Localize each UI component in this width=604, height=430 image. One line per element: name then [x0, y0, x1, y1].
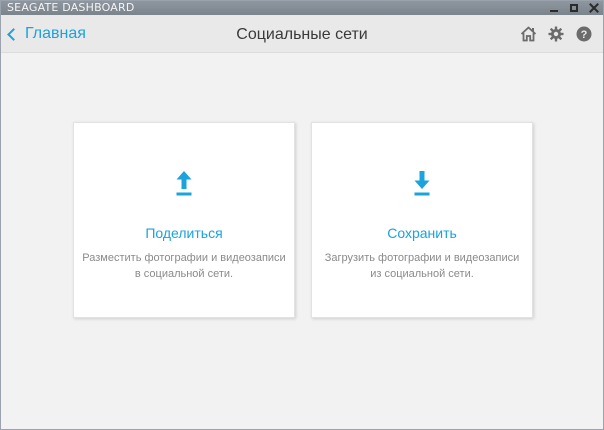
back-button[interactable]: Главная [7, 15, 86, 53]
help-button[interactable]: ? [575, 25, 593, 43]
minimize-button[interactable] [549, 3, 559, 13]
close-icon [589, 3, 599, 13]
share-card-icon [74, 171, 294, 199]
share-card[interactable]: Поделиться Разместить фотографии и видео… [73, 122, 295, 318]
settings-button[interactable] [547, 25, 565, 43]
save-card-icon [312, 171, 532, 199]
save-card[interactable]: Сохранить Загрузить фотографии и видеоза… [311, 122, 533, 318]
share-card-title: Поделиться [145, 225, 223, 241]
download-icon [414, 171, 430, 196]
gear-icon [548, 26, 564, 42]
page-title: Социальные сети [236, 26, 368, 43]
maximize-icon [570, 4, 578, 12]
back-label: Главная [25, 25, 86, 42]
app-window: SEAGATE DASHBOARD Главная Социальные сет… [0, 0, 604, 430]
header-toolbar: ? [519, 15, 593, 53]
help-icon: ? [576, 26, 592, 42]
upload-icon [176, 171, 192, 196]
home-button[interactable] [519, 25, 537, 43]
minimize-icon [550, 9, 558, 12]
app-title: SEAGATE DASHBOARD [7, 1, 135, 14]
svg-text:?: ? [581, 29, 588, 41]
chevron-left-icon [7, 28, 20, 41]
page-header: Главная Социальные сети ? [1, 15, 603, 53]
save-card-title: Сохранить [387, 225, 457, 241]
home-icon [520, 26, 536, 42]
maximize-button[interactable] [569, 3, 579, 13]
title-bar[interactable]: SEAGATE DASHBOARD [1, 1, 603, 15]
save-card-description: Загрузить фотографии и видеозаписи из со… [324, 252, 520, 280]
main-content: Поделиться Разместить фотографии и видео… [1, 54, 603, 429]
close-button[interactable] [589, 3, 599, 13]
share-card-description: Разместить фотографии и видеозаписи в со… [82, 252, 286, 280]
window-controls [549, 1, 599, 15]
